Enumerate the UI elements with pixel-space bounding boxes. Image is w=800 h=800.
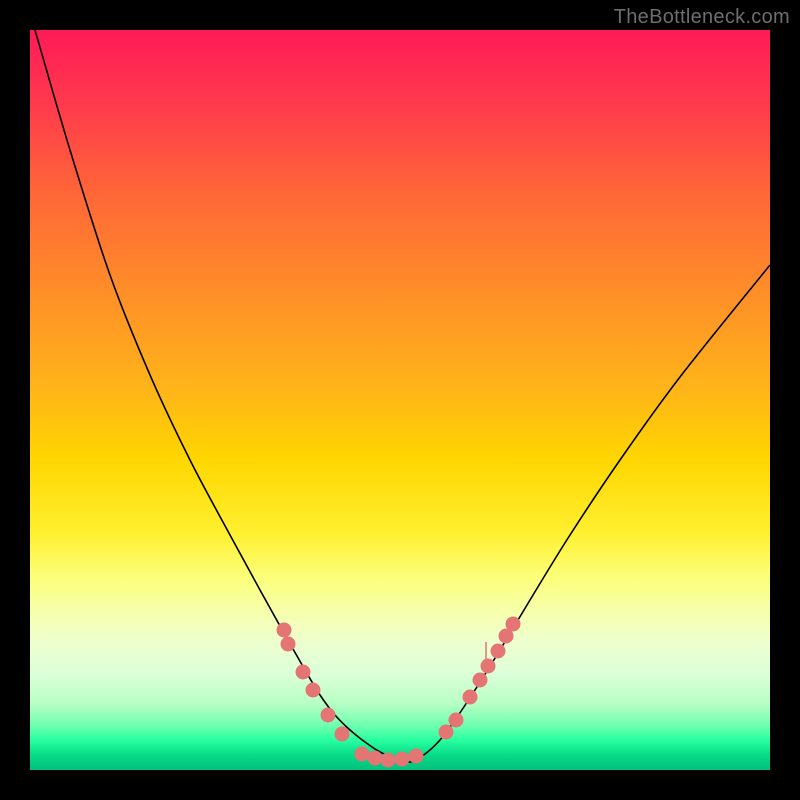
- data-point: [355, 747, 370, 762]
- data-point: [449, 713, 464, 728]
- data-points-group: [277, 617, 521, 768]
- data-point: [473, 673, 488, 688]
- data-point: [306, 683, 321, 698]
- data-point: [296, 665, 311, 680]
- data-point: [491, 644, 506, 659]
- data-point: [481, 659, 496, 674]
- data-point: [439, 725, 454, 740]
- data-point: [277, 623, 292, 638]
- data-point: [321, 708, 336, 723]
- data-point: [335, 727, 350, 742]
- data-point: [409, 749, 424, 764]
- data-point: [368, 751, 383, 766]
- watermark-text: TheBottleneck.com: [614, 6, 790, 29]
- bottleneck-curve: [35, 30, 770, 762]
- chart-frame: TheBottleneck.com: [0, 0, 800, 800]
- data-point: [395, 752, 410, 767]
- data-point: [506, 617, 521, 632]
- data-point: [381, 753, 396, 768]
- data-point: [463, 690, 478, 705]
- bottleneck-curve-svg: [30, 30, 770, 770]
- plot-area: [30, 30, 770, 770]
- data-point: [281, 637, 296, 652]
